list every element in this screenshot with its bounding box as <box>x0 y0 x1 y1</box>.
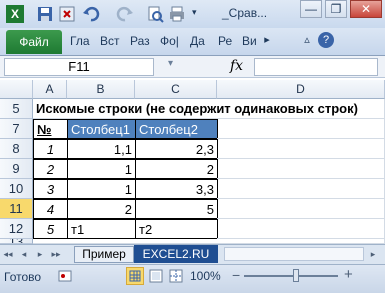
sheet-tab-primer[interactable]: Пример <box>74 246 134 263</box>
table-cell[interactable]: 1 <box>33 139 68 159</box>
tab-view[interactable]: Ви <box>242 34 257 48</box>
status-ready: Готово <box>4 270 42 284</box>
column-header-c[interactable]: C <box>135 80 217 99</box>
table-cell[interactable]: 5 <box>135 199 218 219</box>
table-cell[interactable]: т2 <box>135 219 218 239</box>
scroll-right-icon[interactable]: ▸ <box>366 247 380 261</box>
normal-view-icon[interactable] <box>126 267 144 285</box>
zoom-out-button[interactable]: − <box>232 267 240 283</box>
row-header[interactable]: 7 <box>0 119 33 139</box>
row-header[interactable]: 8 <box>0 139 33 159</box>
window-title: _Срав... <box>222 6 268 20</box>
ribbon-scroll-right-icon[interactable]: ▸ <box>260 31 274 49</box>
column-header-b[interactable]: B <box>67 80 135 99</box>
table-cell[interactable]: 2 <box>33 159 68 179</box>
table-cell[interactable]: 3,3 <box>135 179 218 199</box>
tab-review[interactable]: Ре <box>218 34 232 48</box>
horizontal-scrollbar[interactable] <box>224 247 364 261</box>
zoom-in-button[interactable]: + <box>344 266 353 283</box>
table-cell[interactable]: 1 <box>67 159 136 179</box>
first-sheet-icon[interactable]: ◂◂ <box>2 247 14 261</box>
namebox-dropdown-icon[interactable]: ▾ <box>168 58 173 69</box>
row-header[interactable]: 9 <box>0 159 33 179</box>
table-cell[interactable]: 2 <box>135 159 218 179</box>
row-header[interactable]: 12 <box>0 219 33 239</box>
minimize-button[interactable]: — <box>300 0 322 18</box>
next-sheet-icon[interactable]: ▸ <box>34 247 46 261</box>
sheet-tab-active[interactable]: EXCEL2.RU <box>134 245 218 263</box>
table-cell[interactable] <box>217 139 385 159</box>
heading-cell[interactable]: Искомые строки (не содержит одинаковых с… <box>33 99 385 119</box>
table-cell[interactable]: 1,1 <box>67 139 136 159</box>
table-cell[interactable] <box>217 119 385 139</box>
table-cell[interactable]: 5 <box>33 219 68 239</box>
tab-layout[interactable]: Раз <box>130 34 150 48</box>
redo-icon[interactable] <box>116 5 134 23</box>
print-icon[interactable] <box>168 5 186 23</box>
table-cell[interactable] <box>217 219 385 239</box>
table-cell[interactable] <box>217 159 385 179</box>
tab-home[interactable]: Гла <box>70 34 90 48</box>
formula-input[interactable] <box>254 58 378 76</box>
qat-dropdown-icon[interactable]: ▾ <box>192 7 210 25</box>
zoom-level-label[interactable]: 100% <box>190 269 221 283</box>
worksheet-grid: A B C D 5 Искомые строки (не содержит од… <box>0 80 385 244</box>
table-cell[interactable]: 3 <box>33 179 68 199</box>
minimize-ribbon-icon[interactable]: ▵ <box>300 31 314 49</box>
undo-icon[interactable] <box>82 5 100 23</box>
macro-record-icon[interactable] <box>58 269 72 283</box>
tab-insert[interactable]: Вст <box>100 34 120 48</box>
row-header[interactable]: 5 <box>0 99 33 119</box>
tab-formulas[interactable]: Фо| <box>160 34 179 48</box>
row-header[interactable]: 10 <box>0 179 33 199</box>
table-header-cell[interactable]: Столбец2 <box>135 119 218 139</box>
insert-function-button[interactable]: fx <box>230 58 243 74</box>
prev-sheet-icon[interactable]: ◂ <box>18 247 30 261</box>
table-cell[interactable]: 1 <box>67 179 136 199</box>
table-header-cell[interactable]: Столбец1 <box>67 119 136 139</box>
restore-button[interactable]: ❐ <box>325 0 347 18</box>
column-header-a[interactable]: A <box>33 80 67 99</box>
table-cell[interactable]: 4 <box>33 199 68 219</box>
table-cell[interactable] <box>217 179 385 199</box>
name-box[interactable]: F11 <box>4 58 154 76</box>
table-cell[interactable]: т1 <box>67 219 136 239</box>
table-cell[interactable] <box>217 199 385 219</box>
row-header-selected[interactable]: 11 <box>0 199 33 219</box>
page-break-view-icon[interactable] <box>168 268 184 284</box>
page-layout-view-icon[interactable] <box>148 268 164 284</box>
print-preview-icon[interactable] <box>146 5 164 23</box>
column-header-d[interactable]: D <box>217 80 385 99</box>
last-sheet-icon[interactable]: ▸▸ <box>50 247 62 261</box>
tab-data[interactable]: Да <box>190 34 205 48</box>
select-all-corner[interactable] <box>0 80 33 99</box>
table-cell[interactable]: 2,3 <box>135 139 218 159</box>
file-tab[interactable]: Файл <box>6 30 62 54</box>
save-icon[interactable] <box>36 5 54 23</box>
zoom-slider-track[interactable] <box>244 275 338 277</box>
excel-logo-icon: X <box>6 5 24 23</box>
table-header-cell[interactable]: № <box>33 119 68 139</box>
table-cell[interactable]: 2 <box>67 199 136 219</box>
title-bar: X ▾ _Срав... — ❐ ✕ <box>0 0 385 28</box>
close-file-icon[interactable] <box>58 5 76 23</box>
help-icon[interactable]: ? <box>318 32 334 48</box>
close-button[interactable]: ✕ <box>350 0 382 18</box>
zoom-slider-thumb[interactable] <box>292 269 299 282</box>
